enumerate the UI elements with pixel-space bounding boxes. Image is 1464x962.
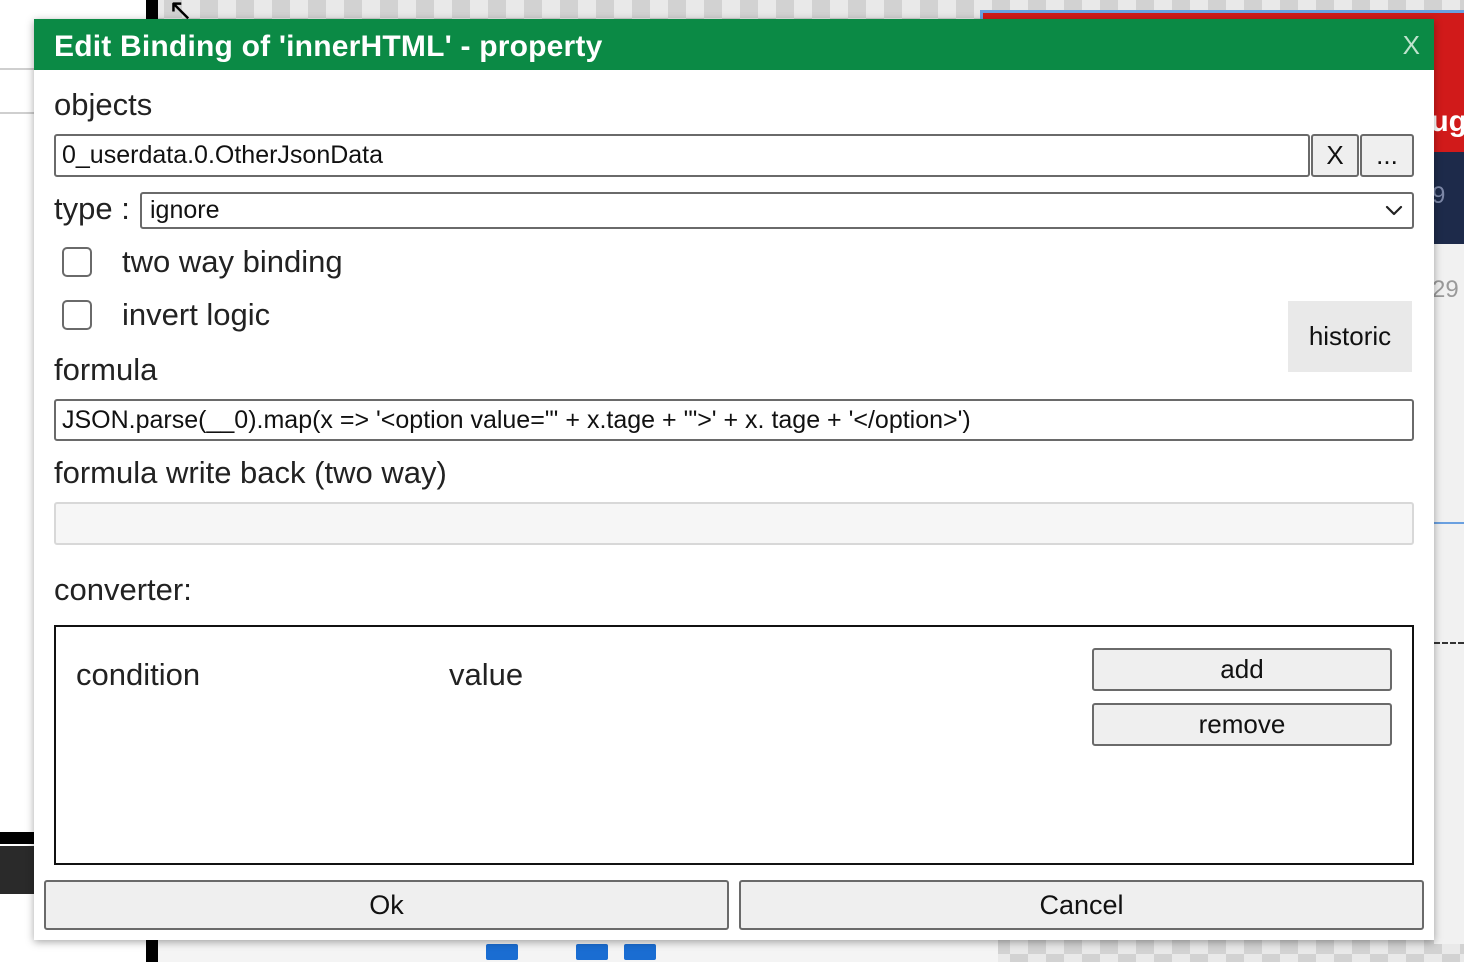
remove-converter-button[interactable]: remove xyxy=(1092,703,1392,746)
toolbar-icon[interactable] xyxy=(486,944,518,960)
objects-label: objects xyxy=(54,87,153,122)
browse-objects-button[interactable]: ... xyxy=(1360,134,1414,177)
two-way-binding-checkbox[interactable] xyxy=(62,247,92,277)
toolbar-icon[interactable] xyxy=(576,944,608,960)
divider xyxy=(0,112,34,114)
clear-objects-button[interactable]: X xyxy=(1311,134,1359,177)
guide-line xyxy=(1434,642,1464,644)
selection-line xyxy=(1434,522,1464,524)
invert-logic-checkbox[interactable] xyxy=(62,300,92,330)
converter-table: condition value add remove xyxy=(54,625,1414,865)
widget-number: 9 xyxy=(1432,182,1446,209)
chevron-down-icon xyxy=(1385,205,1403,216)
panel-footer xyxy=(0,846,34,894)
formula-write-back-label: formula write back (two way) xyxy=(54,455,447,490)
canvas-widget-light xyxy=(1434,244,1464,944)
divider xyxy=(0,832,34,844)
historic-button[interactable]: historic xyxy=(1288,301,1412,372)
invert-logic-label: invert logic xyxy=(122,297,271,332)
type-select[interactable]: ignore xyxy=(140,192,1414,229)
widget-label: ug xyxy=(1430,105,1464,138)
close-icon[interactable]: X xyxy=(1403,32,1420,58)
dialog-title: Edit Binding of 'innerHTML' - property xyxy=(54,30,603,63)
formula-label: formula xyxy=(54,352,158,387)
value-column-header: value xyxy=(449,657,524,692)
divider xyxy=(0,68,34,70)
add-converter-button[interactable]: add xyxy=(1092,648,1392,691)
ok-button[interactable]: Ok xyxy=(44,880,729,930)
formula-write-back-input xyxy=(54,502,1414,545)
condition-column-header: condition xyxy=(76,657,201,692)
cancel-button[interactable]: Cancel xyxy=(739,880,1424,930)
objects-input[interactable] xyxy=(54,134,1310,177)
edit-binding-dialog: Edit Binding of 'innerHTML' - property X… xyxy=(34,19,1434,940)
toolbar-icon[interactable] xyxy=(624,944,656,960)
formula-input[interactable] xyxy=(54,399,1414,441)
widget-number: 29 xyxy=(1432,276,1459,303)
two-way-binding-label: two way binding xyxy=(122,244,343,279)
type-selected-value: ignore xyxy=(150,196,220,224)
type-label: type : xyxy=(54,191,130,226)
converter-label: converter: xyxy=(54,572,192,607)
dialog-titlebar: Edit Binding of 'innerHTML' - property X xyxy=(34,19,1434,70)
